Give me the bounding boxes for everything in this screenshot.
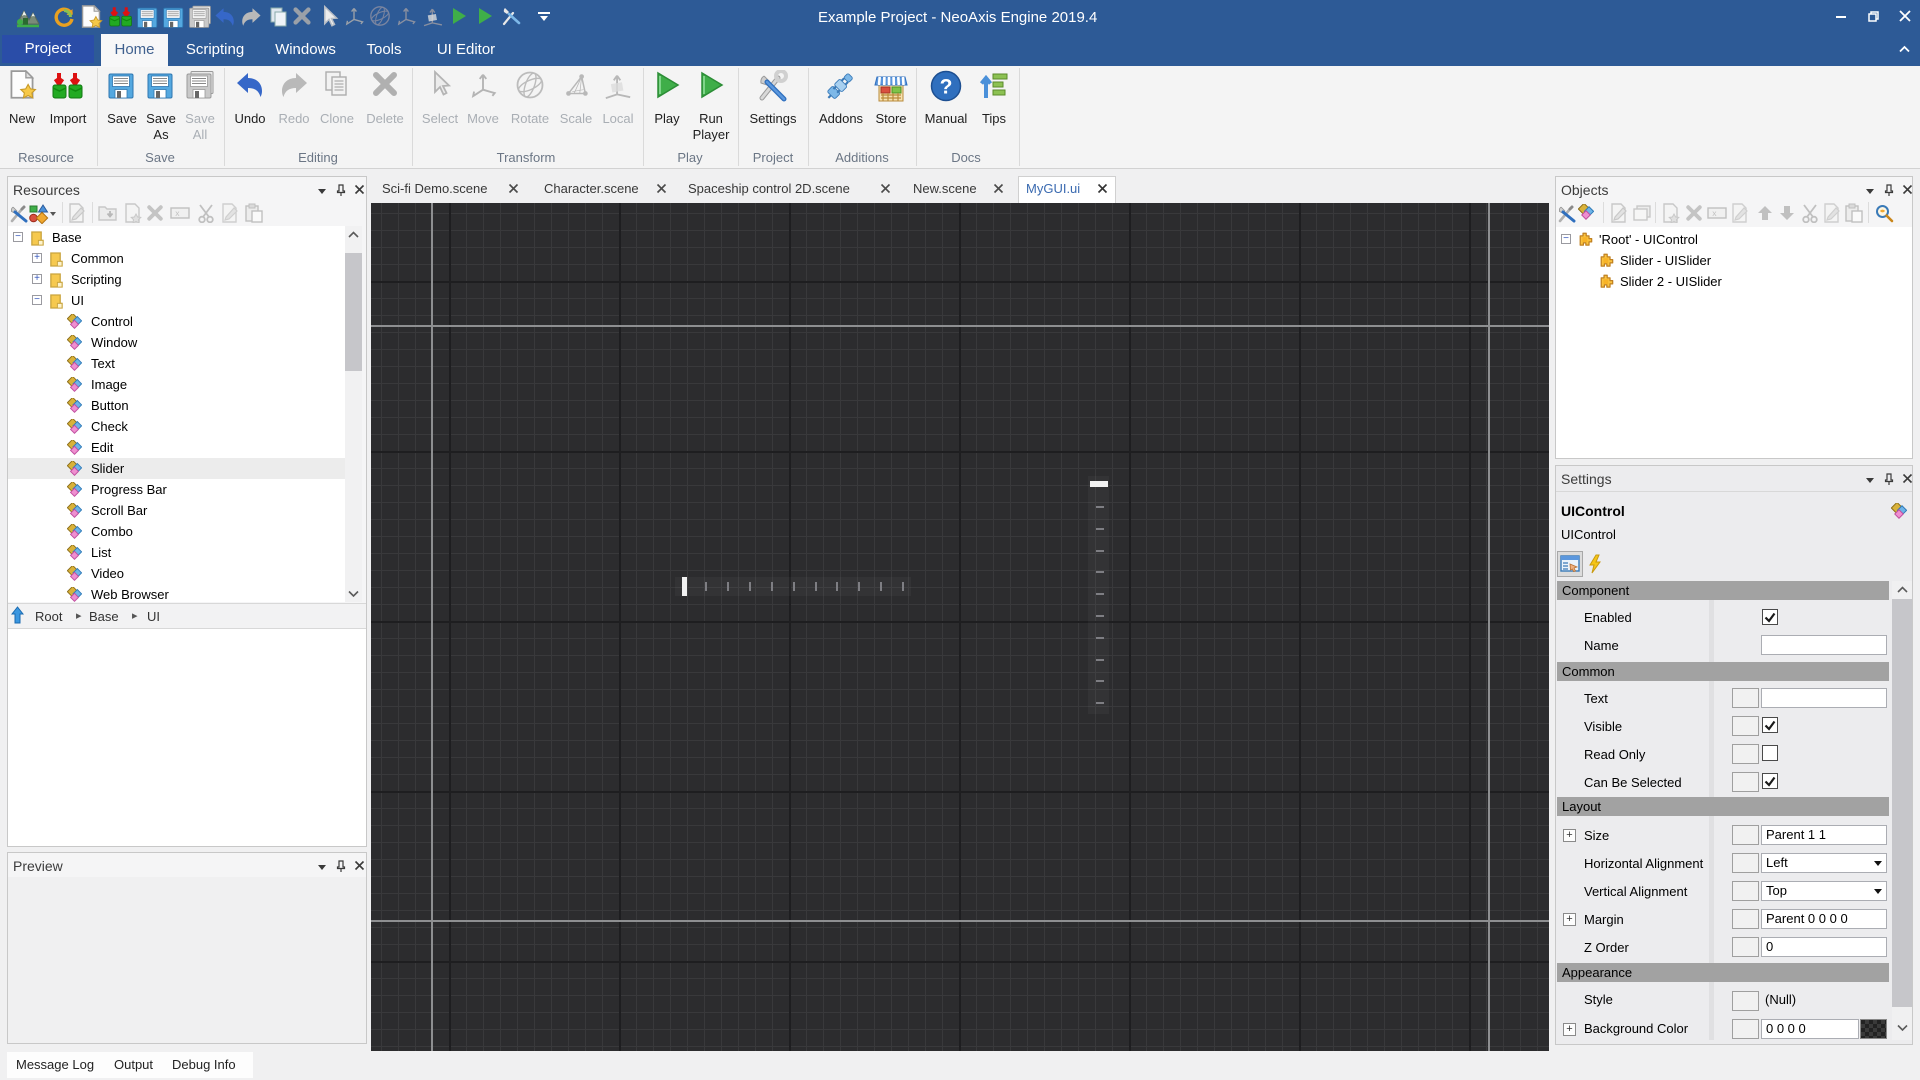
svg-text:?: ? — [940, 76, 953, 99]
svg-text:x: x — [175, 210, 180, 219]
svg-text:x: x — [1712, 210, 1717, 219]
